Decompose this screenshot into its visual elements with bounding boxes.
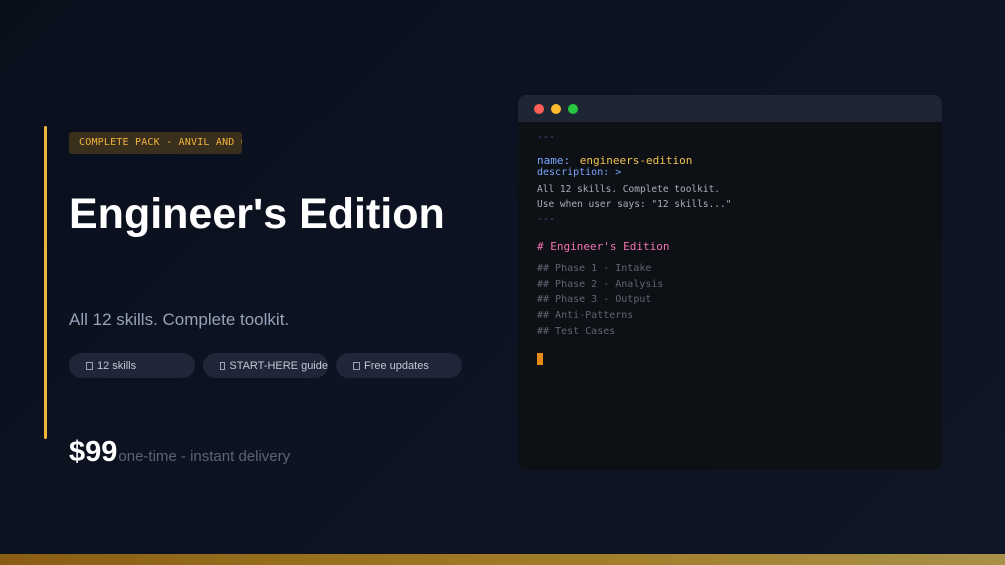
minimize-dot-icon <box>551 103 561 114</box>
markdown-heading: # Engineer's Edition <box>537 240 670 253</box>
checkbox-icon <box>220 361 226 370</box>
feature-pill-skills: 12 skills <box>69 353 195 378</box>
yaml-value: engineers-edition <box>579 154 693 167</box>
price-note: one-time - instant delivery <box>118 448 291 465</box>
yaml-description-key: description: > <box>537 167 622 178</box>
markdown-section: ## Phase 2 - Analysis <box>537 279 664 290</box>
price-row: $99 one-time - instant delivery <box>69 436 290 469</box>
page-subtitle: All 12 skills. Complete toolkit. <box>69 310 290 329</box>
checkbox-icon <box>353 361 360 370</box>
accent-bar <box>44 126 47 439</box>
markdown-section: ## Anti-Patterns <box>537 310 634 321</box>
yaml-separator: --- <box>537 132 556 143</box>
yaml-name-line: name: engineers-edition <box>537 149 692 168</box>
terminal-window: --- name: engineers-edition description:… <box>518 95 942 470</box>
feature-pill-label: Free updates <box>364 359 429 372</box>
pack-badge: COMPLETE PACK - ANVIL AND CODE <box>69 132 242 154</box>
feature-pill-label: START-HERE guide <box>229 359 328 372</box>
page-title: Engineer's Edition <box>69 190 445 238</box>
feature-pill-updates: Free updates <box>336 353 462 378</box>
checkbox-icon <box>86 361 93 370</box>
maximize-dot-icon <box>568 103 578 114</box>
close-dot-icon <box>534 103 544 114</box>
yaml-separator: --- <box>537 214 556 225</box>
markdown-section: ## Test Cases <box>537 326 616 337</box>
yaml-key: name: <box>537 154 571 167</box>
bottom-accent-bar <box>0 554 1005 565</box>
feature-pills: 12 skills START-HERE guide Free updates <box>69 353 462 378</box>
feature-pill-label: 12 skills <box>97 359 137 372</box>
feature-pill-guide: START-HERE guide <box>203 353 328 378</box>
price: $99 <box>69 436 118 468</box>
markdown-section: ## Phase 3 - Output <box>537 294 652 305</box>
markdown-section: ## Phase 1 - Intake <box>537 263 652 274</box>
description-line: Use when user says: "12 skills..." <box>537 199 732 210</box>
text-cursor <box>537 353 543 365</box>
description-line: All 12 skills. Complete toolkit. <box>537 184 721 195</box>
terminal-titlebar <box>518 95 942 122</box>
